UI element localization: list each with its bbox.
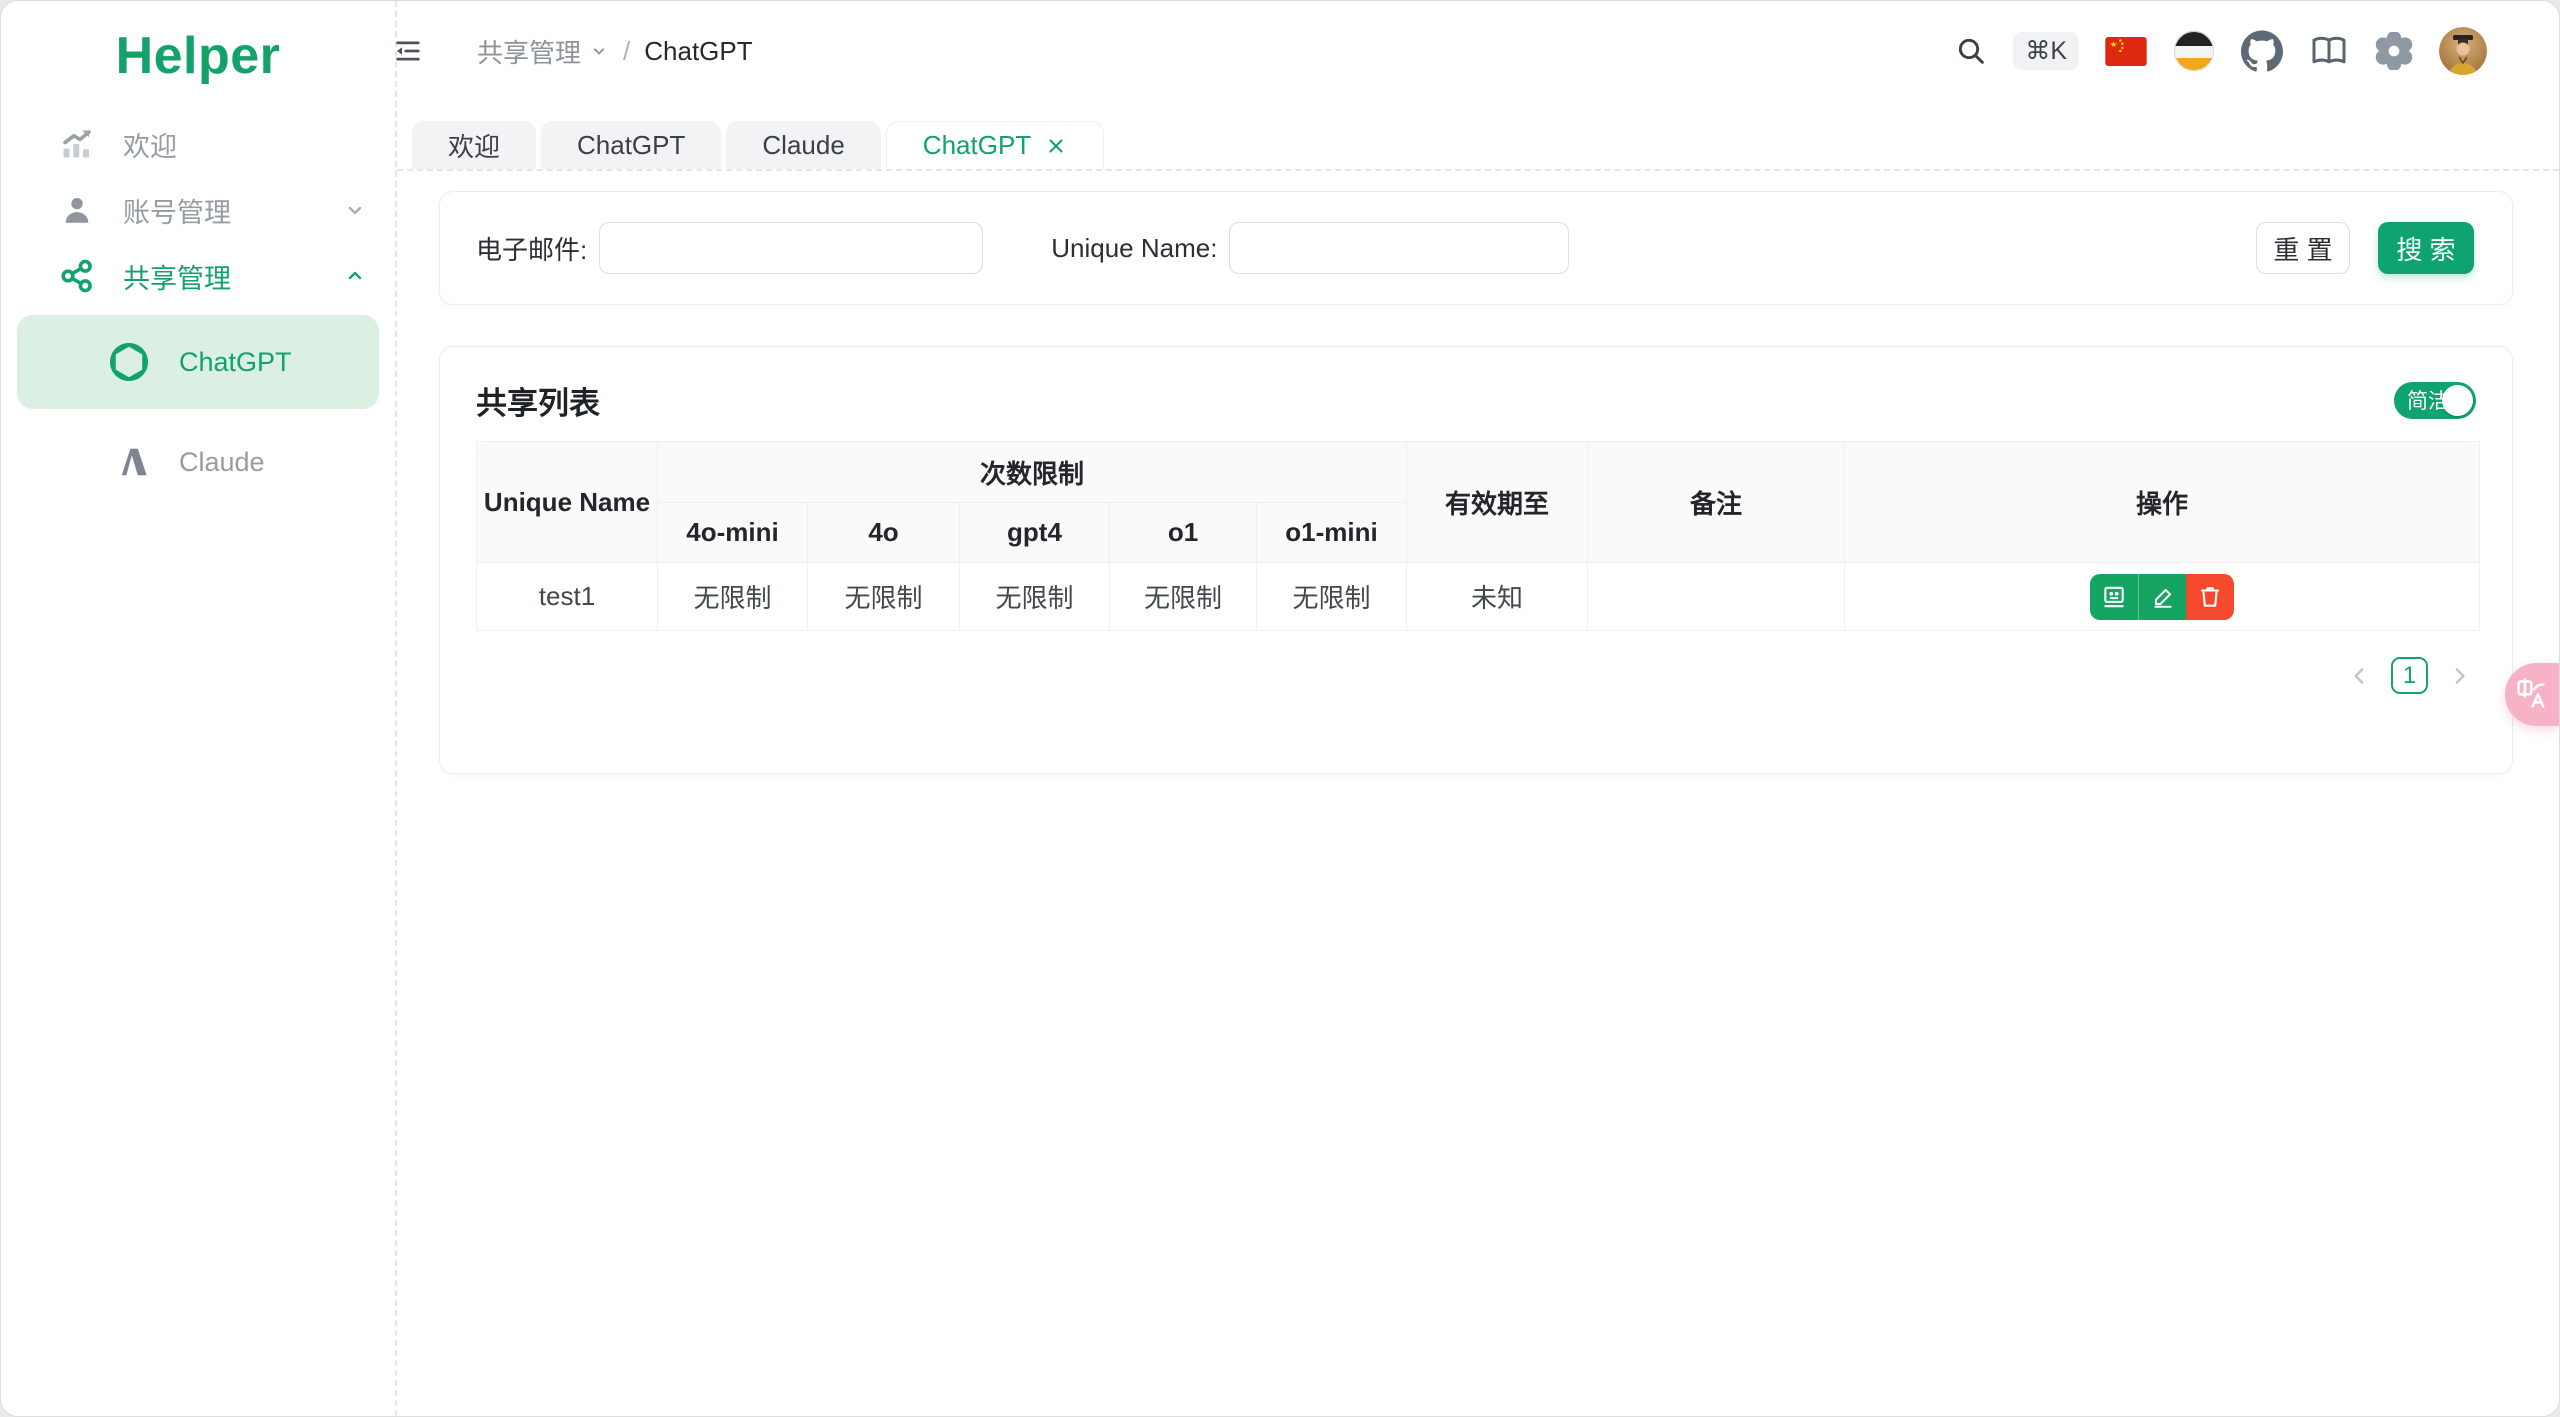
share-icon xyxy=(57,258,97,294)
toggle-knob xyxy=(2442,384,2473,416)
main-area: 共享管理 / ChatGPT ⌘K 欢迎 ChatGPT Claude Chat… xyxy=(396,1,2559,1416)
search-icon[interactable] xyxy=(1955,35,1987,67)
sidebar-item-label: ChatGPT xyxy=(179,346,292,377)
sidebar-item-label: Claude xyxy=(179,446,265,477)
email-field[interactable] xyxy=(599,222,984,274)
cell-limit-4o-mini: 无限制 xyxy=(657,562,808,631)
sidebar-item-label: 共享管理 xyxy=(123,263,231,294)
tab-label: ChatGPT xyxy=(922,130,1032,160)
docs-book-icon[interactable] xyxy=(2309,31,2349,71)
topbar-actions: ⌘K xyxy=(1955,27,2487,75)
chart-icon xyxy=(57,126,97,162)
cell-expiry: 未知 xyxy=(1406,562,1589,631)
page-number[interactable]: 1 xyxy=(2391,657,2428,694)
language-flag-icon[interactable] xyxy=(2105,36,2147,66)
account-card-button[interactable] xyxy=(2090,573,2139,620)
col-4o-mini: 4o-mini xyxy=(657,502,808,563)
sidebar-item-welcome[interactable]: 欢迎 xyxy=(1,111,395,177)
table-row: test1 无限制 无限制 无限制 无限制 无限制 未知 xyxy=(476,562,2481,631)
app-logo: Helper xyxy=(115,27,281,85)
cell-unique-name: test1 xyxy=(476,562,658,631)
theme-roundel-icon[interactable] xyxy=(2173,30,2215,72)
col-expiry: 有效期至 xyxy=(1406,441,1589,563)
user-icon xyxy=(57,193,97,227)
breadcrumb-current: ChatGPT xyxy=(644,35,753,66)
breadcrumb-separator: / xyxy=(623,35,631,66)
sidebar-item-label: 欢迎 xyxy=(123,131,177,162)
unique-name-label: Unique Name: xyxy=(1051,232,1218,263)
menu-fold-icon[interactable] xyxy=(385,29,429,73)
col-4o: 4o xyxy=(807,502,960,563)
share-list-title: 共享列表 xyxy=(476,385,600,421)
tab-chatgpt[interactable]: ChatGPT xyxy=(541,121,722,169)
content: 电子邮件: Unique Name: 重 置 搜 索 共享列表 简洁 Uniqu… xyxy=(397,171,2559,1416)
anthropic-icon xyxy=(101,442,157,482)
settings-gear-icon[interactable] xyxy=(2375,32,2413,70)
sidebar-nav: 欢迎 账号管理 共享管理 ChatGPT Claude xyxy=(1,111,395,509)
breadcrumb: 共享管理 / ChatGPT xyxy=(477,33,753,70)
cell-limit-gpt4: 无限制 xyxy=(959,562,1110,631)
sidebar-item-claude[interactable]: Claude xyxy=(17,415,379,509)
tabstrip: 欢迎 ChatGPT Claude ChatGPT xyxy=(397,101,2559,171)
app-window: Helper 欢迎 账号管理 共享管理 ChatGPT Claude 共享管理 … xyxy=(0,0,2560,1417)
col-o1: o1 xyxy=(1109,502,1257,563)
col-o1-mini: o1-mini xyxy=(1255,502,1408,563)
tab-label: Claude xyxy=(762,129,845,160)
edit-button[interactable] xyxy=(2138,573,2187,620)
translate-float-button[interactable] xyxy=(2505,663,2559,726)
tab-welcome[interactable]: 欢迎 xyxy=(412,121,537,169)
command-k-shortcut[interactable]: ⌘K xyxy=(2013,32,2079,70)
col-gpt4: gpt4 xyxy=(959,502,1110,563)
row-actions xyxy=(2090,573,2235,620)
sidebar-item-chatgpt[interactable]: ChatGPT xyxy=(17,315,379,409)
share-table: Unique Name 次数限制 有效期至 备注 操作 4o-mini 4o g… xyxy=(476,441,2481,631)
search-filter-card: 电子邮件: Unique Name: 重 置 搜 索 xyxy=(439,191,2513,305)
next-page-icon[interactable] xyxy=(2446,663,2472,689)
col-unique-name: Unique Name xyxy=(476,441,658,563)
breadcrumb-parent[interactable]: 共享管理 xyxy=(477,33,609,70)
breadcrumb-parent-label: 共享管理 xyxy=(477,37,582,68)
col-note: 备注 xyxy=(1587,441,1846,563)
col-actions: 操作 xyxy=(1844,441,2481,563)
chevron-up-icon xyxy=(343,264,367,288)
sidebar-item-accounts[interactable]: 账号管理 xyxy=(1,177,395,243)
sidebar-item-label: 账号管理 xyxy=(123,197,231,228)
tab-claude[interactable]: Claude xyxy=(726,121,881,169)
chevron-down-icon xyxy=(593,48,605,55)
sidebar-item-sharing[interactable]: 共享管理 xyxy=(1,243,395,309)
tab-label: ChatGPT xyxy=(577,129,686,160)
cell-limit-o1: 无限制 xyxy=(1109,562,1257,631)
delete-button[interactable] xyxy=(2186,573,2235,620)
cell-limit-o1-mini: 无限制 xyxy=(1255,562,1408,631)
tab-chatgpt-active[interactable]: ChatGPT xyxy=(885,121,1105,169)
topbar: 共享管理 / ChatGPT ⌘K xyxy=(396,1,2559,101)
concise-toggle[interactable]: 简洁 xyxy=(2394,381,2476,419)
translate-icon xyxy=(2517,677,2545,708)
col-group-limits: 次数限制 xyxy=(656,441,1408,503)
unique-name-field[interactable] xyxy=(1229,222,1570,274)
search-button[interactable]: 搜 索 xyxy=(2378,222,2474,274)
user-avatar[interactable] xyxy=(2439,27,2487,75)
github-icon[interactable] xyxy=(2241,30,2283,72)
openai-icon xyxy=(101,340,157,384)
share-list-card: 共享列表 简洁 Unique Name 次数限制 有效期至 备注 操作 4o-m… xyxy=(439,346,2513,774)
prev-page-icon[interactable] xyxy=(2347,663,2373,689)
close-icon[interactable] xyxy=(1045,135,1067,157)
reset-button[interactable]: 重 置 xyxy=(2256,222,2350,274)
chevron-down-icon xyxy=(343,198,367,222)
email-label: 电子邮件: xyxy=(476,234,588,265)
cell-limit-4o: 无限制 xyxy=(807,562,960,631)
pagination: 1 xyxy=(476,657,2476,694)
cell-note xyxy=(1587,562,1846,631)
tab-label: 欢迎 xyxy=(448,131,501,162)
sidebar: Helper 欢迎 账号管理 共享管理 ChatGPT Claude xyxy=(1,1,397,1416)
